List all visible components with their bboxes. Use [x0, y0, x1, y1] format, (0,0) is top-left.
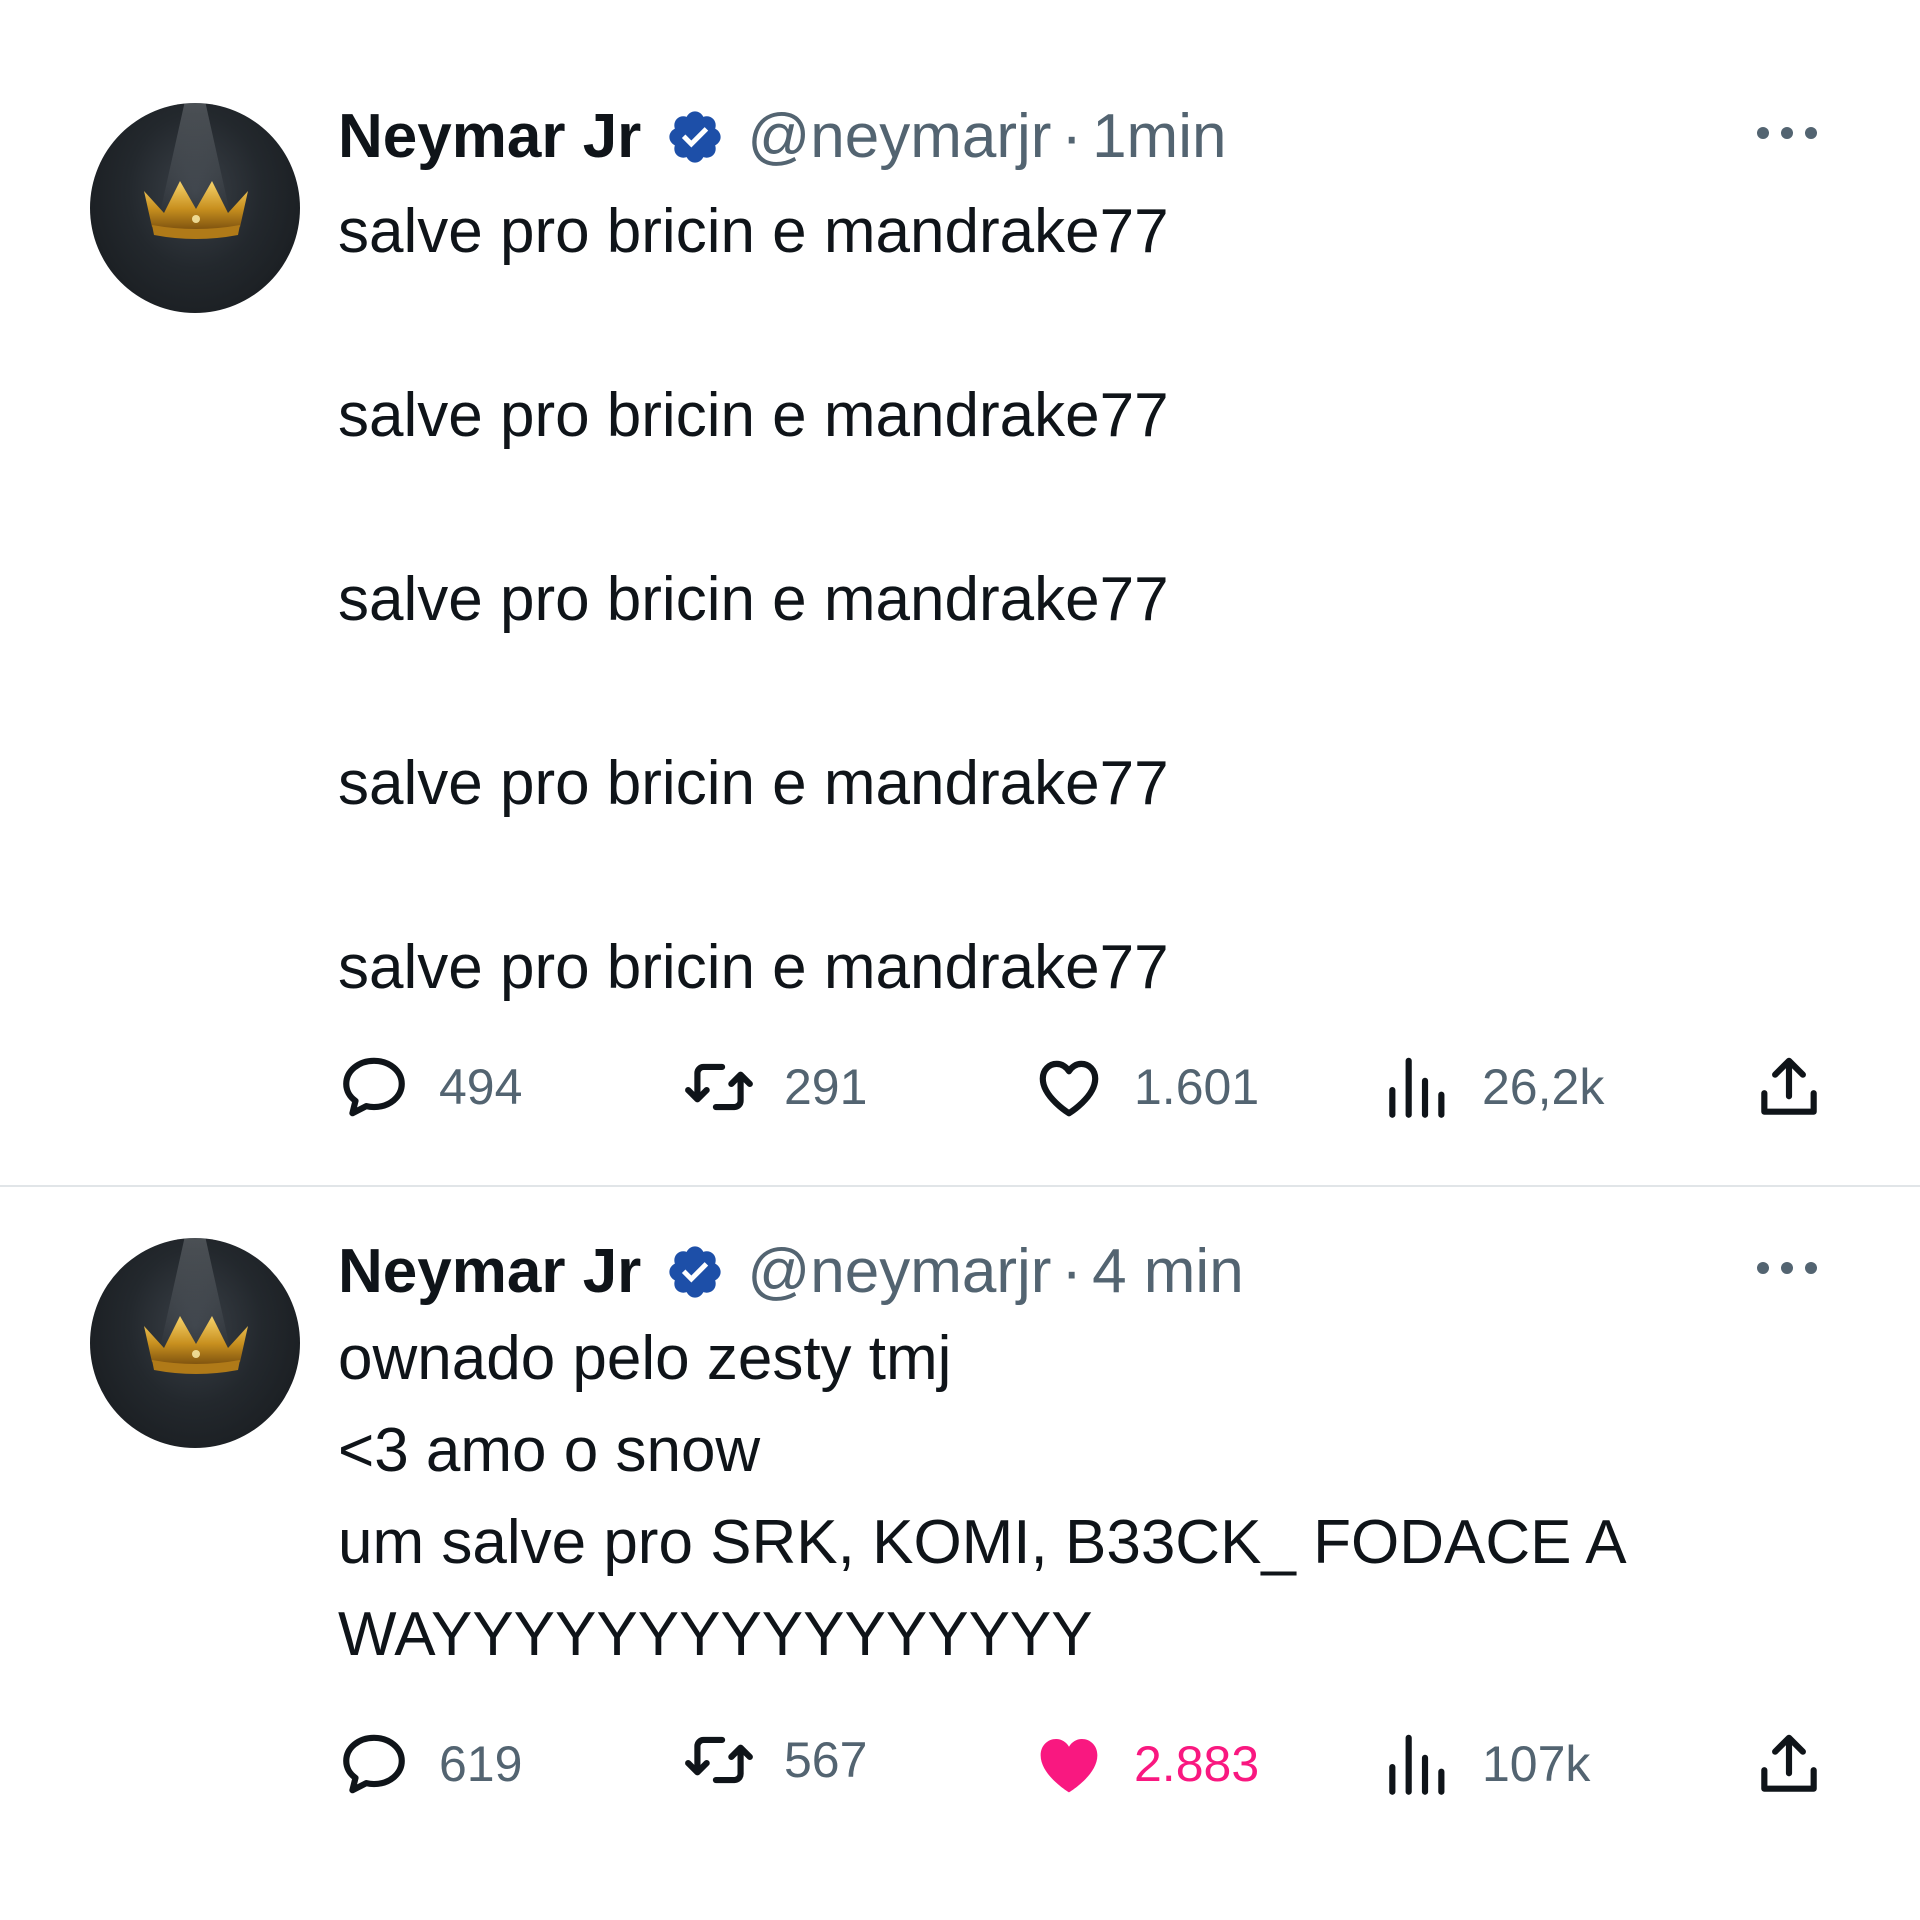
author-handle[interactable]: @neymarjr [747, 97, 1051, 177]
tweet-header: Neymar Jr @neymarjr · 1min [338, 97, 1226, 177]
avatar[interactable] [90, 103, 300, 313]
more-dots-icon[interactable] [1752, 118, 1822, 148]
avatar[interactable] [90, 1238, 300, 1448]
tweet-text-line: ownado pelo zesty tmj [338, 1324, 952, 1393]
more-dots-icon[interactable] [1752, 1253, 1822, 1283]
tweet-text-line: salve pro bricin e mandrake77 [338, 933, 1169, 1002]
tweet-1[interactable]: Neymar Jr @neymarjr · 1min salve pro bri… [0, 0, 1920, 1185]
views-count: 26,2k [1482, 1059, 1605, 1115]
views-count: 107k [1482, 1736, 1591, 1792]
crown-icon [144, 181, 248, 239]
tweet-actions: 619 567 2.883 107k [0, 1724, 1920, 1804]
retweet-icon [685, 1736, 753, 1784]
author-name[interactable]: Neymar Jr [338, 1232, 641, 1312]
reply-icon [343, 1734, 405, 1794]
heart-icon-filled [1040, 1739, 1098, 1793]
share-button[interactable] [1752, 1724, 1826, 1804]
like-count: 1.601 [1134, 1059, 1260, 1115]
share-icon [1761, 1734, 1817, 1792]
timestamp[interactable]: 4 min [1092, 1232, 1244, 1312]
share-button[interactable] [1752, 1047, 1826, 1127]
share-icon [1761, 1057, 1817, 1115]
reply-count: 494 [439, 1059, 523, 1115]
reply-count: 619 [439, 1736, 523, 1792]
verified-badge-icon[interactable] [665, 1242, 725, 1302]
like-button[interactable]: 2.883 [1032, 1724, 1259, 1804]
separator-dot: · [1061, 102, 1083, 171]
tweet-text-line: <3 amo o snow [338, 1416, 761, 1485]
tweet-header: Neymar Jr @neymarjr · 4 min [338, 1232, 1244, 1312]
retweet-button[interactable]: 291 [682, 1047, 867, 1127]
reply-button[interactable]: 619 [337, 1724, 522, 1804]
separator-dot: · [1061, 1237, 1083, 1306]
retweet-count: 291 [784, 1059, 868, 1115]
views-button[interactable]: 107k [1380, 1724, 1590, 1804]
tweet-text: ownado pelo zesty tmj <3 amo o snow um s… [338, 1313, 1627, 1681]
views-button[interactable]: 26,2k [1380, 1047, 1604, 1127]
heart-icon [1039, 1060, 1099, 1117]
retweet-count: 567 [784, 1732, 868, 1788]
like-button[interactable]: 1.601 [1032, 1047, 1259, 1127]
crown-icon [144, 1316, 248, 1374]
tweet-actions: 494 291 1.601 26,2k [0, 1047, 1920, 1127]
author-handle[interactable]: @neymarjr [747, 1232, 1051, 1312]
reply-button[interactable]: 494 [337, 1047, 522, 1127]
reply-icon [343, 1057, 405, 1117]
tweet-text: salve pro bricin e mandrake77 salve pro … [338, 186, 1169, 1014]
retweet-button[interactable]: 567 [682, 1720, 867, 1800]
views-bar-icon [1389, 1057, 1445, 1118]
views-bar-icon [1389, 1734, 1445, 1795]
tweet-text-line: WAYYYYYYYYYYYYYYYY [338, 1600, 1093, 1669]
retweet-icon [685, 1063, 753, 1111]
tweet-text-line: salve pro bricin e mandrake77 [338, 565, 1169, 634]
verified-badge-icon[interactable] [665, 107, 725, 167]
tweet-text-line: salve pro bricin e mandrake77 [338, 749, 1169, 818]
tweet-text-line: um salve pro SRK, KOMI, B33CK_ FODACE A [338, 1508, 1627, 1577]
tweet-text-line: salve pro bricin e mandrake77 [338, 197, 1169, 266]
timestamp[interactable]: 1min [1092, 97, 1226, 177]
tweet-2[interactable]: Neymar Jr @neymarjr · 4 min ownado pelo … [0, 1187, 1920, 1920]
author-name[interactable]: Neymar Jr [338, 97, 641, 177]
like-count: 2.883 [1134, 1736, 1260, 1792]
tweet-text-line: salve pro bricin e mandrake77 [338, 381, 1169, 450]
